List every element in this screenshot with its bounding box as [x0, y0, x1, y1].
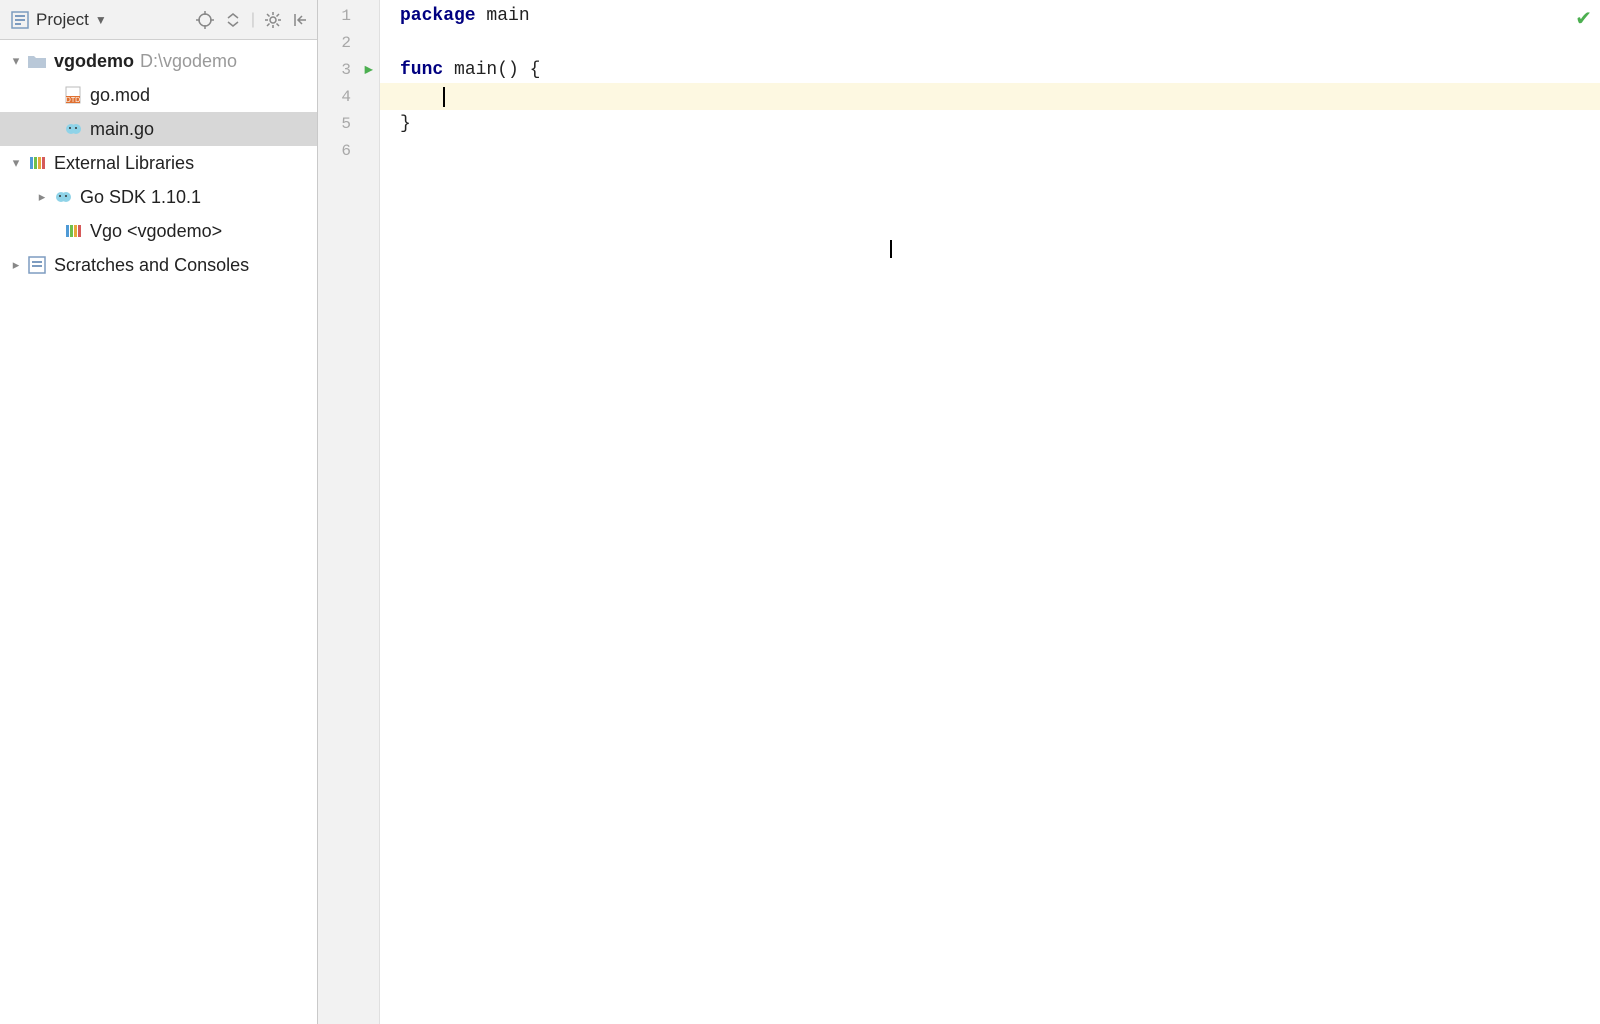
- chevron-down-icon[interactable]: ▾: [6, 53, 26, 69]
- go-file-icon: [52, 186, 74, 208]
- chevron-down-icon[interactable]: ▾: [6, 155, 26, 171]
- separator: |: [251, 11, 255, 29]
- hide-icon[interactable]: [291, 10, 311, 30]
- project-sidebar: Project ▼ | ▾: [0, 0, 318, 1024]
- library-icon: [62, 220, 84, 242]
- gear-icon[interactable]: [263, 10, 283, 30]
- line-number: 1: [318, 2, 379, 29]
- tree-label: vgodemo: [54, 51, 134, 72]
- code-line: [380, 29, 1600, 56]
- chevron-right-icon[interactable]: ▸: [32, 189, 52, 205]
- mouse-text-cursor: [890, 240, 892, 258]
- tree-label: External Libraries: [54, 153, 194, 174]
- tree-label: Go SDK 1.10.1: [80, 187, 201, 208]
- project-view-selector[interactable]: Project ▼: [10, 10, 195, 30]
- line-number: 2: [318, 29, 379, 56]
- tree-label: Scratches and Consoles: [54, 255, 249, 276]
- tree-go-sdk[interactable]: ▸ Go SDK 1.10.1: [0, 180, 317, 214]
- scratches-icon: [26, 254, 48, 276]
- folder-icon: [26, 50, 48, 72]
- chevron-right-icon[interactable]: ▸: [6, 257, 26, 273]
- chevron-down-icon: ▼: [95, 13, 107, 27]
- tree-label: go.mod: [90, 85, 150, 106]
- line-number: 4: [318, 83, 379, 110]
- code-line: [380, 137, 1600, 164]
- go-file-icon: [62, 118, 84, 140]
- project-icon: [10, 10, 30, 30]
- expand-all-icon[interactable]: [223, 10, 243, 30]
- project-tree: ▾ vgodemo D:\vgodemo · DTD go.mod ·: [0, 40, 317, 286]
- target-icon[interactable]: [195, 10, 215, 30]
- sidebar-header: Project ▼ |: [0, 0, 317, 40]
- line-number: 5: [318, 110, 379, 137]
- tree-path: D:\vgodemo: [140, 51, 237, 72]
- code-area[interactable]: package main func main() { }: [380, 0, 1600, 1024]
- tree-scratches[interactable]: ▸ Scratches and Consoles: [0, 248, 317, 282]
- svg-text:DTD: DTD: [66, 97, 80, 104]
- text-caret: [443, 87, 445, 107]
- tree-file-go-mod[interactable]: · DTD go.mod: [0, 78, 317, 112]
- line-number: 3 ▶: [318, 56, 379, 83]
- code-line-current: [380, 83, 1600, 110]
- inspection-ok-icon[interactable]: ✔: [1575, 6, 1592, 31]
- editor[interactable]: 1 2 3 ▶ 4 5 6 package main func main() {…: [318, 0, 1600, 1024]
- gutter: 1 2 3 ▶ 4 5 6: [318, 0, 380, 1024]
- tree-root-vgodemo[interactable]: ▾ vgodemo D:\vgodemo: [0, 44, 317, 78]
- code-line: func main() {: [380, 56, 1600, 83]
- tree-external-libraries[interactable]: ▾ External Libraries: [0, 146, 317, 180]
- sidebar-title: Project: [36, 10, 89, 30]
- library-icon: [26, 152, 48, 174]
- run-gutter-icon[interactable]: ▶: [365, 61, 373, 78]
- tree-label: Vgo <vgodemo>: [90, 221, 222, 242]
- tree-vgo[interactable]: · Vgo <vgodemo>: [0, 214, 317, 248]
- code-line: }: [380, 110, 1600, 137]
- tree-label: main.go: [90, 119, 154, 140]
- dtd-file-icon: DTD: [62, 84, 84, 106]
- code-line: package main: [380, 2, 1600, 29]
- tree-file-main-go[interactable]: · main.go: [0, 112, 317, 146]
- line-number: 6: [318, 137, 379, 164]
